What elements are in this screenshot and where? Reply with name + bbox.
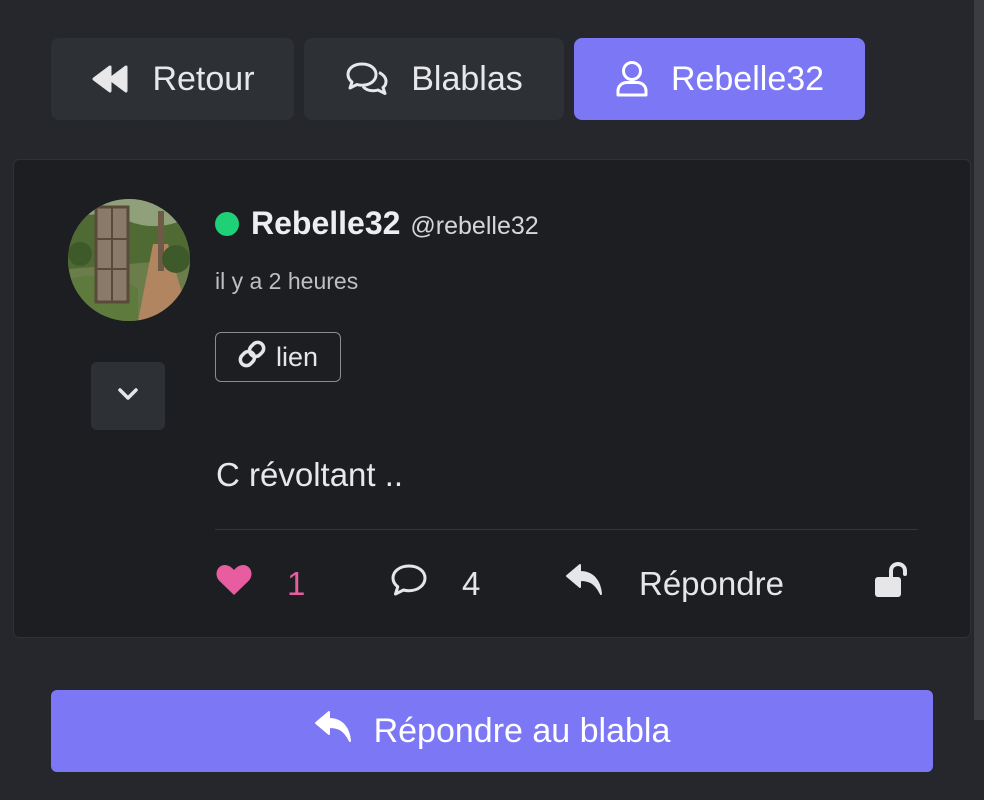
page: Retour Blablas Rebelle32 Rebelle32 @rebe… [0,0,984,800]
author-handle: @rebelle32 [410,212,539,240]
online-status-dot [215,211,239,236]
reply-label: Répondre [639,565,784,602]
post-timestamp: il y a 2 heures [215,268,359,294]
reply-icon [314,710,354,753]
lock-button[interactable] [873,556,909,612]
link-button[interactable]: lien [215,332,342,382]
divider [215,529,918,530]
reply-to-blabla-label: Répondre au blabla [373,711,671,750]
unlock-icon [873,561,909,607]
collapse-button[interactable] [91,362,165,430]
like-button[interactable]: 1 [215,556,305,612]
profile-label: Rebelle32 [670,59,825,98]
post-header: Rebelle32 @rebelle32 [215,205,539,242]
like-count: 1 [287,565,306,602]
comment-button[interactable]: 4 [390,556,480,612]
link-icon [236,338,268,377]
blablas-label: Blablas [411,59,523,98]
comment-count: 4 [462,565,481,602]
profile-button[interactable]: Rebelle32 [574,38,865,120]
reply-icon [565,563,605,605]
post-card: Rebelle32 @rebelle32 il y a 2 heures lie… [13,159,971,638]
avatar[interactable] [68,199,190,321]
comments-icon [345,61,389,97]
author-name[interactable]: Rebelle32 [251,205,400,242]
post-message: C révoltant .. [216,456,404,493]
heart-icon [215,563,253,605]
scrollbar[interactable] [974,0,984,720]
reply-button[interactable]: Répondre [565,556,784,612]
blablas-button[interactable]: Blablas [304,38,564,120]
chevron-down-icon [117,387,139,406]
user-icon [615,60,649,98]
back-button[interactable]: Retour [51,38,294,120]
backward-icon [90,64,130,94]
link-label: lien [276,341,319,372]
comment-icon [390,563,428,605]
post-actions: 1 4 Répondre [215,556,915,612]
top-nav: Retour Blablas Rebelle32 [51,38,865,120]
back-label: Retour [152,59,255,98]
reply-to-blabla-button[interactable]: Répondre au blabla [51,690,933,772]
